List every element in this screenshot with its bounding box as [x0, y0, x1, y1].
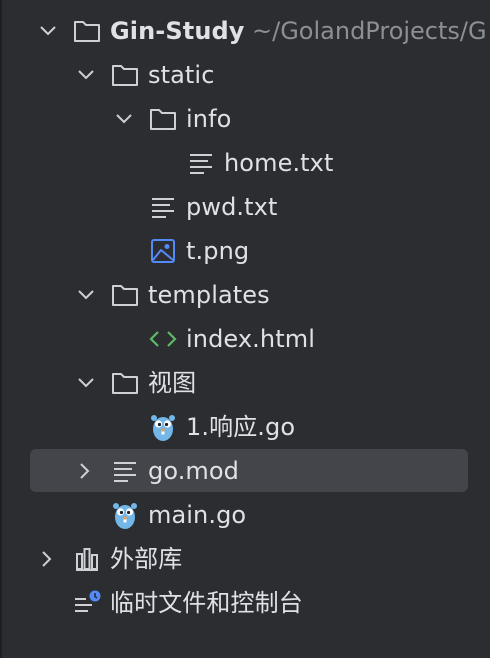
chevron-down-icon[interactable]: [76, 373, 96, 393]
tree-item-label: pwd.txt: [186, 193, 278, 221]
tree-item-label: go.mod: [148, 456, 240, 485]
go-gopher-icon: [110, 500, 140, 530]
tree-item-static[interactable]: static: [30, 55, 490, 95]
tree-item-t-png[interactable]: t.png: [30, 231, 490, 271]
tree-item-info[interactable]: info: [30, 99, 490, 139]
tree-item-go-mod[interactable]: go.mod: [30, 449, 468, 492]
tree-item-root[interactable]: Gin-Study ~/GolandProjects/G: [30, 11, 490, 51]
tree-item-label: main.go: [148, 501, 247, 529]
html-file-icon: [148, 324, 178, 354]
tree-item-response-go[interactable]: 1.响应.go: [30, 407, 490, 447]
folder-icon: [72, 16, 102, 46]
tree-item-main-go[interactable]: main.go: [30, 495, 490, 535]
tree-item-label: 外部库: [110, 545, 183, 573]
folder-icon: [110, 60, 140, 90]
text-file-icon: [148, 192, 178, 222]
chevron-right-icon[interactable]: [36, 549, 56, 569]
chevron-down-icon[interactable]: [76, 285, 96, 305]
tree-item-scratches-and-consoles[interactable]: 临时文件和控制台: [30, 583, 490, 623]
tree-item-label: 临时文件和控制台: [110, 589, 303, 617]
project-path: ~/GolandProjects/G: [252, 17, 487, 45]
text-file-icon: [186, 148, 216, 178]
tree-item-label: info: [186, 105, 232, 133]
tree-item-label: index.html: [186, 325, 315, 353]
tree-item-label: 视图: [148, 369, 197, 397]
go-mod-icon: [110, 456, 140, 486]
chevron-down-icon[interactable]: [38, 21, 58, 41]
project-tree-panel: Gin-Study ~/GolandProjects/G static info…: [0, 0, 490, 658]
tree-item-label: templates: [148, 281, 270, 309]
tree-item-label: static: [148, 61, 215, 89]
tree-item-templates[interactable]: templates: [30, 275, 490, 315]
tree-item-label: 1.响应.go: [186, 413, 296, 441]
tree-item-pwd-txt[interactable]: pwd.txt: [30, 187, 490, 227]
chevron-down-icon[interactable]: [114, 109, 134, 129]
library-icon: [72, 544, 102, 574]
scratches-icon: [72, 588, 102, 618]
image-file-icon: [148, 236, 178, 266]
tree-item-index-html[interactable]: index.html: [30, 319, 490, 359]
tree-item-label: Gin-Study: [110, 17, 245, 45]
tree-item-views[interactable]: 视图: [30, 363, 490, 403]
chevron-down-icon[interactable]: [76, 65, 96, 85]
tree-item-label: home.txt: [224, 149, 334, 177]
folder-icon: [110, 368, 140, 398]
tree-item-label: t.png: [186, 237, 250, 265]
tree-item-external-libraries[interactable]: 外部库: [30, 539, 490, 579]
go-gopher-icon: [148, 412, 178, 442]
folder-icon: [148, 104, 178, 134]
tree-item-home-txt[interactable]: home.txt: [30, 143, 490, 183]
folder-icon: [110, 280, 140, 310]
chevron-right-icon[interactable]: [74, 461, 94, 481]
